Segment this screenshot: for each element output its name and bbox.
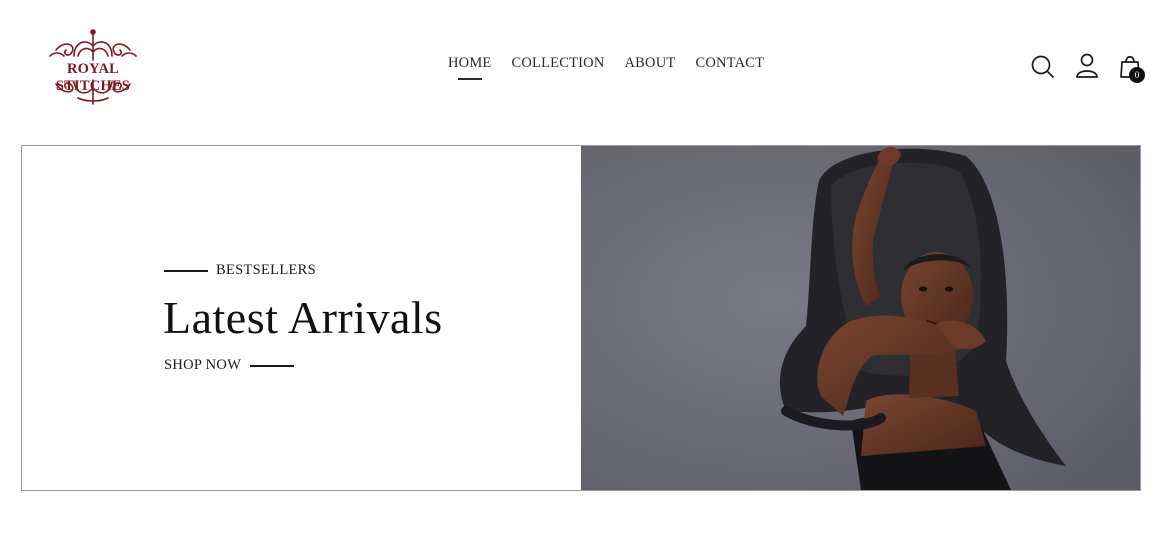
cart-count-badge: 0 <box>1129 67 1145 83</box>
cart-button[interactable]: 0 <box>1118 52 1145 83</box>
hero-text-panel: BESTSELLERS Latest Arrivals SHOP NOW <box>22 146 581 490</box>
nav-about[interactable]: ABOUT <box>625 55 676 72</box>
model-photo <box>581 146 1140 490</box>
nav-home[interactable]: HOME <box>448 55 492 80</box>
shop-now-link[interactable]: SHOP NOW <box>164 357 295 374</box>
hero-image <box>581 146 1140 490</box>
brand-name: ROYAL STITCHES <box>55 61 131 94</box>
hero-eyebrow: BESTSELLERS <box>164 262 316 279</box>
user-icon <box>1076 53 1098 78</box>
divider-line <box>164 269 208 272</box>
nav-collection[interactable]: COLLECTION <box>512 55 605 72</box>
hero-banner: BESTSELLERS Latest Arrivals SHOP NOW <box>21 145 1141 491</box>
brand-logo[interactable]: ROYAL STITCHES <box>36 28 150 106</box>
hero-title: Latest Arrivals <box>163 292 443 343</box>
eyebrow-label: BESTSELLERS <box>216 262 316 278</box>
shop-now-label: SHOP NOW <box>164 357 242 373</box>
site-header: ROYAL STITCHES HOME COLLECTION ABOUT CON… <box>0 0 1176 130</box>
search-icon <box>1031 55 1054 78</box>
main-nav: HOME COLLECTION ABOUT CONTACT <box>448 55 764 80</box>
header-actions: 0 <box>1030 52 1145 83</box>
search-button[interactable] <box>1030 52 1056 80</box>
divider-line <box>250 364 295 367</box>
nav-contact[interactable]: CONTACT <box>695 55 764 72</box>
account-button[interactable] <box>1074 52 1100 80</box>
